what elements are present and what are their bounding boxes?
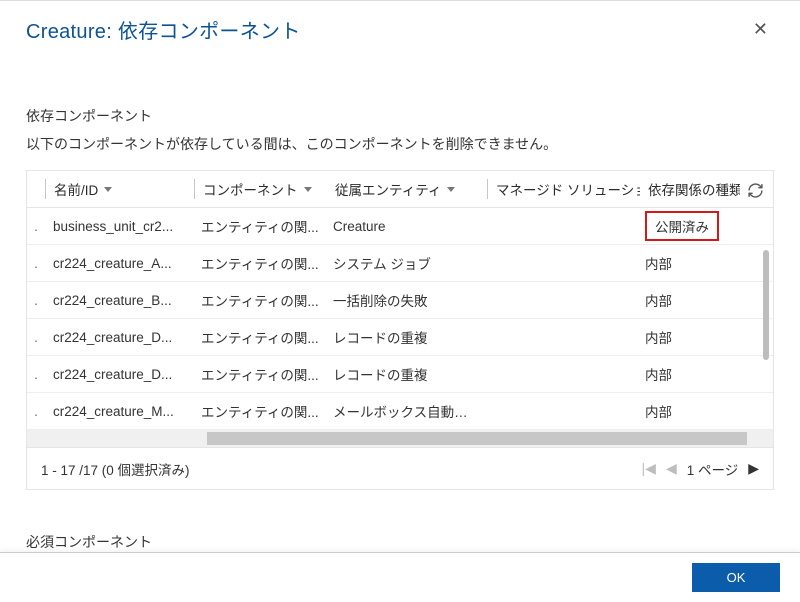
dependent-heading: 依存コンポーネント	[26, 106, 774, 126]
row-selector[interactable]: .	[27, 404, 45, 419]
table-row[interactable]: .cr224_creature_M...エンティティの関...メールボックス自動…	[27, 393, 773, 430]
cell-entity: 一括削除の失敗	[325, 290, 485, 310]
cell-component: エンティティの関...	[193, 216, 325, 236]
dependent-grid: 名前/ID コンポーネント 従属エンティティ マネージド ソリューショ 依存関係…	[26, 170, 774, 490]
row-selector[interactable]: .	[27, 367, 45, 382]
cell-name: business_unit_cr2...	[45, 219, 193, 234]
required-heading: 必須コンポーネント	[26, 532, 774, 552]
cell-name: cr224_creature_A...	[45, 256, 193, 271]
cell-entity: レコードの重複	[325, 327, 485, 347]
col-entity[interactable]: 従属エンティティ	[327, 179, 487, 199]
cell-name: cr224_creature_B...	[45, 293, 193, 308]
col-kind[interactable]: 依存関係の種類	[640, 179, 740, 199]
chevron-down-icon	[104, 187, 112, 192]
chevron-down-icon	[447, 187, 455, 192]
col-name-id[interactable]: 名前/ID	[46, 179, 194, 199]
cell-kind: 内部	[637, 290, 737, 310]
row-selector[interactable]: .	[27, 330, 45, 345]
refresh-icon[interactable]	[743, 178, 767, 202]
ok-button[interactable]: OK	[692, 563, 780, 592]
col-solution[interactable]: マネージド ソリューショ	[488, 179, 640, 199]
cell-name: cr224_creature_M...	[45, 404, 193, 419]
dependent-subtext: 以下のコンポーネントが依存している間は、このコンポーネントを削除できません。	[26, 134, 774, 154]
row-selector[interactable]: .	[27, 256, 45, 271]
grid-header: 名前/ID コンポーネント 従属エンティティ マネージド ソリューショ 依存関係…	[27, 170, 773, 208]
grid-rows[interactable]: .business_unit_cr2...エンティティの関...Creature…	[27, 208, 773, 430]
cell-component: エンティティの関...	[193, 290, 325, 310]
table-row[interactable]: .cr224_creature_D...エンティティの関...レコードの重複 内部	[27, 319, 773, 356]
cell-kind: 内部	[637, 327, 737, 347]
scrollbar-horizontal[interactable]	[27, 430, 773, 447]
cell-entity: メールボックス自動追跡	[325, 401, 485, 421]
cell-entity: Creature	[325, 219, 485, 234]
scrollbar-thumb[interactable]	[207, 432, 747, 445]
cell-component: エンティティの関...	[193, 401, 325, 421]
pager-prev-icon[interactable]: ◀	[666, 460, 677, 477]
cell-kind: 内部	[637, 401, 737, 421]
row-selector[interactable]: .	[27, 293, 45, 308]
cell-name: cr224_creature_D...	[45, 330, 193, 345]
chevron-down-icon	[304, 187, 312, 192]
cell-component: エンティティの関...	[193, 253, 325, 273]
close-icon[interactable]: ✕	[747, 17, 774, 42]
col-component[interactable]: コンポーネント	[195, 179, 327, 199]
cell-kind: 公開済み	[637, 211, 737, 241]
cell-kind: 内部	[637, 364, 737, 384]
dialog-header: Creature: 依存コンポーネント ✕	[0, 1, 800, 54]
cell-entity: システム ジョブ	[325, 253, 485, 273]
pager-page-label: 1 ページ	[687, 459, 739, 479]
record-range: 1 - 17 /17 (0 個選択済み)	[41, 459, 190, 479]
pager: |◀ ◀ 1 ページ ▶	[642, 459, 759, 479]
dialog-body[interactable]: 依存コンポーネント 以下のコンポーネントが依存している間は、このコンポーネントを…	[0, 54, 800, 552]
cell-component: エンティティの関...	[193, 364, 325, 384]
table-row[interactable]: .cr224_creature_B...エンティティの関...一括削除の失敗 内部	[27, 282, 773, 319]
cell-name: cr224_creature_D...	[45, 367, 193, 382]
dialog-title: Creature: 依存コンポーネント	[26, 15, 301, 44]
dialog: Creature: 依存コンポーネント ✕ 依存コンポーネント 以下のコンポーネ…	[0, 0, 800, 602]
grid-footer: 1 - 17 /17 (0 個選択済み) |◀ ◀ 1 ページ ▶	[27, 447, 773, 489]
row-selector[interactable]: .	[27, 219, 45, 234]
table-row[interactable]: .cr224_creature_D...エンティティの関...レコードの重複 内部	[27, 356, 773, 393]
table-row[interactable]: .business_unit_cr2...エンティティの関...Creature…	[27, 208, 773, 245]
scrollbar-vertical[interactable]	[763, 250, 769, 360]
dialog-footer: OK	[0, 552, 800, 602]
highlight-box: 公開済み	[645, 211, 719, 241]
pager-first-icon[interactable]: |◀	[642, 460, 656, 477]
cell-component: エンティティの関...	[193, 327, 325, 347]
table-row[interactable]: .cr224_creature_A...エンティティの関...システム ジョブ 内…	[27, 245, 773, 282]
cell-kind: 内部	[637, 253, 737, 273]
pager-next-icon[interactable]: ▶	[748, 460, 759, 477]
cell-entity: レコードの重複	[325, 364, 485, 384]
